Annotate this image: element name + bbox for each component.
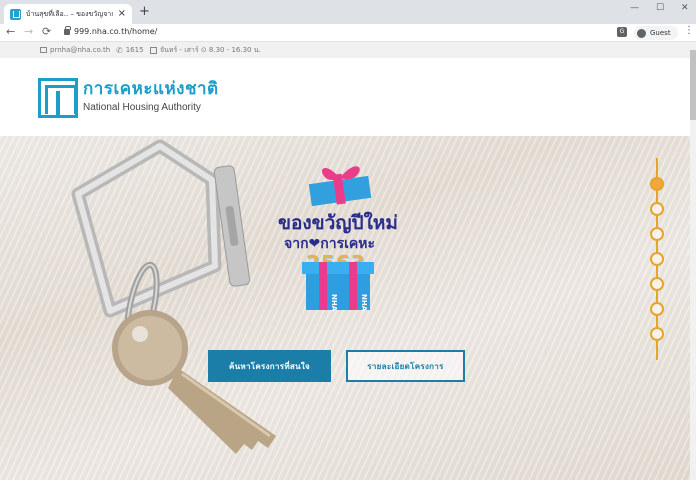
slider-dot[interactable] <box>650 177 664 191</box>
browser-titlebar: บ้านสุขที่เลือ.. – ของขวัญจากโครงการ × +… <box>0 0 696 24</box>
new-tab-button[interactable]: + <box>139 5 150 18</box>
hero-banner: ของขวัญปีใหม่ จาก❤การเคหะ 2563 NHA NHA ค… <box>0 136 690 480</box>
maximize-button[interactable]: ☐ <box>656 3 664 13</box>
office-hours: จันทร์ - เสาร์ ⊙ 8.30 - 16.30 น. <box>150 45 261 56</box>
forward-button[interactable]: → <box>24 26 33 37</box>
phone-text: 1615 <box>125 46 144 54</box>
slider-dot[interactable] <box>650 327 664 341</box>
logo-thai-text[interactable]: การเคหะแห่งชาติ <box>83 75 219 102</box>
hours-text: จันทร์ - เสาร์ ⊙ 8.30 - 16.30 น. <box>160 45 261 54</box>
browser-toolbar: ← → ⟳ 999.nha.co.th/home/ G Guest ⋮ <box>0 24 696 42</box>
tab-title: บ้านสุขที่เลือ.. – ของขวัญจากโครงการ <box>26 9 113 18</box>
search-projects-button[interactable]: ค้นหาโครงการที่สนใจ <box>208 350 331 382</box>
gift-label-left: NHA <box>330 294 338 312</box>
tab-close-icon[interactable]: × <box>118 9 126 19</box>
address-bar[interactable]: 999.nha.co.th/home/ <box>74 27 157 36</box>
envelope-icon <box>40 47 47 53</box>
close-window-button[interactable]: ✕ <box>681 3 689 13</box>
browser-tab[interactable]: บ้านสุขที่เลือ.. – ของขวัญจากโครงการ × <box>4 4 132 24</box>
reload-button[interactable]: ⟳ <box>42 26 51 37</box>
site-header: การเคหะแห่งชาติ National Housing Authori… <box>0 58 690 136</box>
contact-bar: prnha@nha.co.th ✆ 1615 จันทร์ - เสาร์ ⊙ … <box>0 42 690 58</box>
browser-menu-icon[interactable]: ⋮ <box>684 26 694 36</box>
slider-dot[interactable] <box>650 202 664 216</box>
email-text: prnha@nha.co.th <box>50 46 111 54</box>
back-button[interactable]: ← <box>6 26 15 37</box>
scrollbar-thumb[interactable] <box>690 50 696 120</box>
favicon-icon <box>10 8 21 20</box>
lock-icon <box>64 26 71 35</box>
gift-box-icon: NHA NHA <box>302 262 374 312</box>
key-photo <box>71 139 276 454</box>
phone-icon: ✆ <box>116 45 123 55</box>
profile-label: Guest <box>650 29 671 37</box>
nha-logo-icon[interactable] <box>38 78 78 118</box>
translate-icon[interactable]: G <box>617 27 627 37</box>
gift-top-icon <box>308 166 372 207</box>
page-scrollbar[interactable] <box>690 42 696 480</box>
slider-dot[interactable] <box>650 302 664 316</box>
gift-label-right: NHA <box>360 294 368 312</box>
contact-phone[interactable]: ✆ 1615 <box>116 46 144 55</box>
logo-english-text[interactable]: National Housing Authority <box>83 102 201 113</box>
minimize-button[interactable]: — <box>630 3 639 13</box>
project-details-button[interactable]: รายละเอียดโครงการ <box>346 350 465 382</box>
avatar-icon <box>637 28 646 38</box>
slider-dot[interactable] <box>650 277 664 291</box>
contact-email[interactable]: prnha@nha.co.th <box>40 46 110 54</box>
calendar-icon <box>150 46 157 54</box>
profile-button[interactable]: Guest <box>634 26 678 40</box>
slider-dot[interactable] <box>650 227 664 241</box>
slider-dot[interactable] <box>650 252 664 266</box>
